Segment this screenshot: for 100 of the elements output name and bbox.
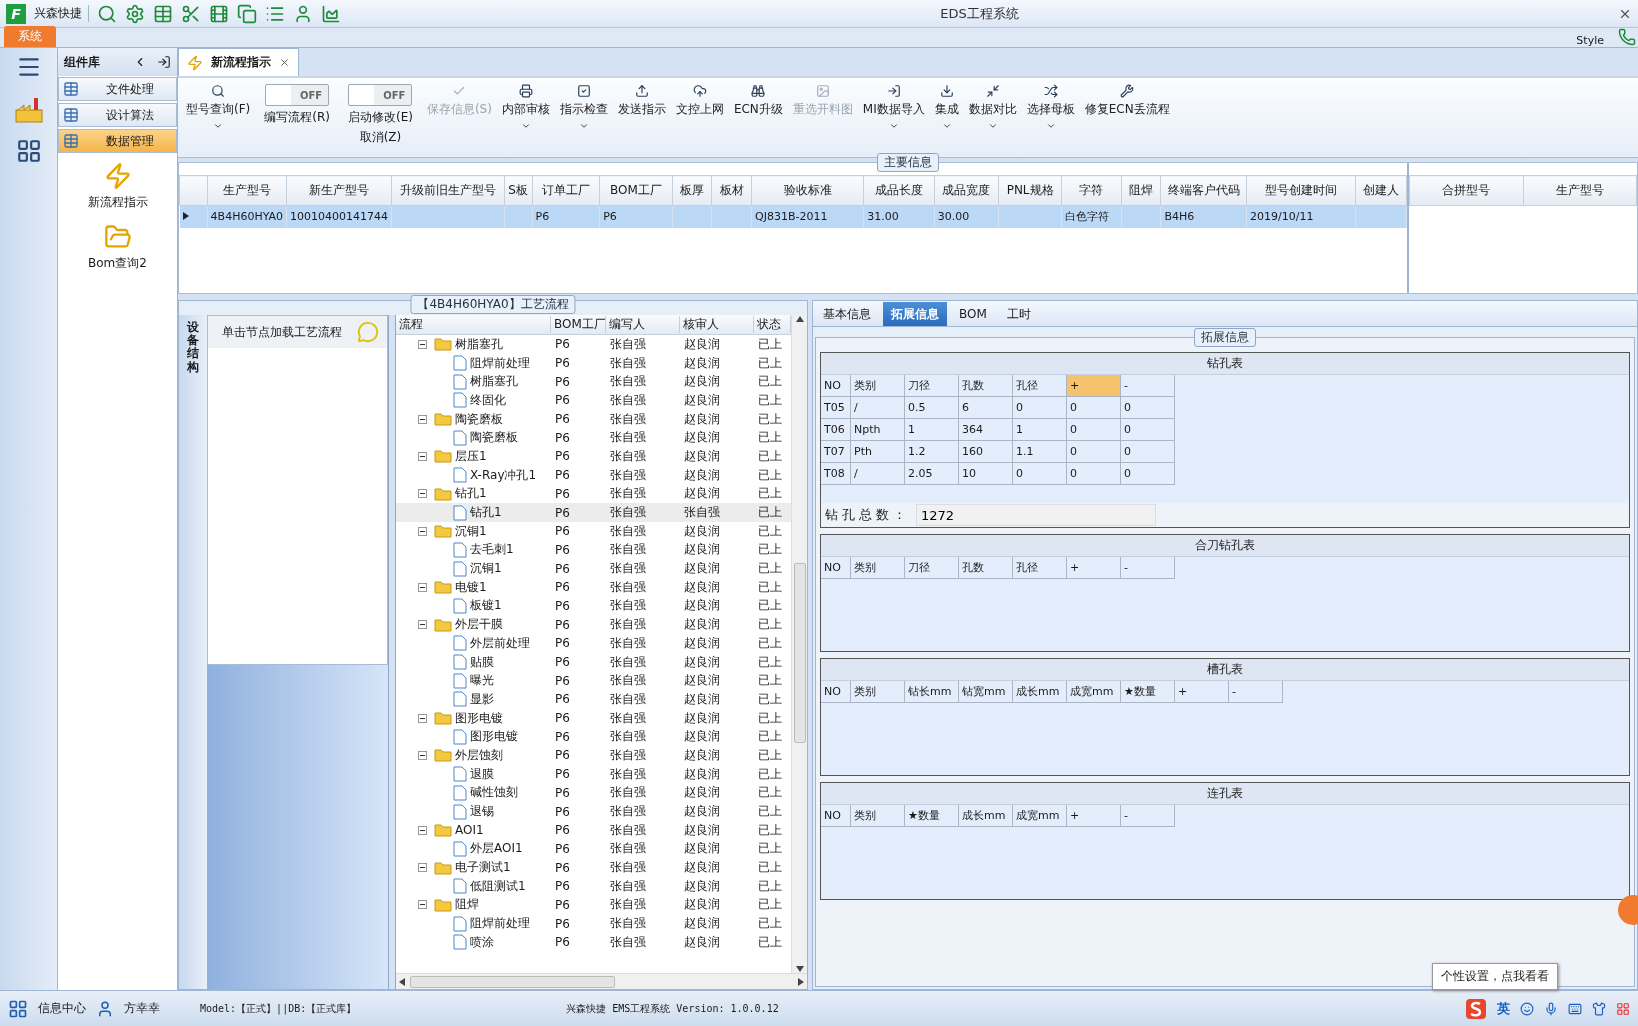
column-header[interactable]: 钻长mm [905, 681, 959, 703]
launcher-label[interactable]: Bom查询2 [88, 255, 147, 272]
component-item[interactable]: 数据管理 [58, 129, 177, 153]
column-header[interactable]: 成品长度 [863, 175, 935, 206]
toggle-switch[interactable]: OFF [348, 84, 413, 106]
column-header[interactable]: NO [821, 375, 851, 397]
arrow-left-icon[interactable] [398, 977, 406, 986]
column-header[interactable]: 成宽mm [1067, 681, 1121, 703]
tree-row[interactable]: 退膜 P6 张自强 赵良润 已上 [396, 764, 791, 784]
collapse-icon[interactable] [418, 526, 427, 536]
tree-row[interactable]: 层压1 P6 张自强 赵良润 已上 [396, 447, 791, 466]
column-header[interactable]: 刀径 [905, 375, 959, 397]
column-header[interactable]: 孔径 [1013, 557, 1067, 579]
column-header[interactable]: PNL规格 [998, 175, 1062, 206]
column-header[interactable]: 类别 [851, 681, 905, 703]
collapse-icon[interactable] [418, 582, 427, 592]
column-header[interactable]: 流程 [396, 316, 551, 333]
tree-row[interactable]: 陶瓷磨板 P6 张自强 赵良润 已上 [396, 409, 791, 429]
arrow-down-icon[interactable] [795, 965, 804, 973]
toolbar-button[interactable]: 集成 [930, 82, 963, 133]
component-item[interactable]: 文件处理 [58, 77, 177, 101]
collapse-icon[interactable] [418, 489, 427, 499]
column-header[interactable]: 板材 [711, 175, 752, 206]
tree-row[interactable]: 外层前处理 P6 张自强 赵良润 已上 [396, 634, 791, 653]
tree-row[interactable]: X-Ray冲孔1 P6 张自强 赵良润 已上 [396, 465, 791, 485]
column-header[interactable]: 阻焊 [1121, 175, 1161, 206]
table-row[interactable]: 4B4H60HYA0 10010400141744 P6 P6 QJ831B-2011 31.00 30.00 白色字符 B4H6 2019/10/11 [179, 205, 1407, 228]
column-header[interactable]: 成品宽度 [934, 175, 999, 206]
arrow-up-icon[interactable] [795, 315, 804, 323]
toolbar-button[interactable]: 数据对比 [964, 82, 1021, 133]
tree-row[interactable]: 钻孔1 P6 张自强 赵良润 已上 [396, 484, 791, 504]
collapse-icon[interactable] [418, 713, 427, 723]
tree-row[interactable]: 终固化 P6 张自强 赵良润 已上 [396, 391, 791, 410]
tree-row[interactable]: 阻焊前处理 P6 张自强 赵良润 已上 [396, 353, 791, 373]
column-header[interactable]: NO [821, 557, 851, 579]
column-header[interactable]: 孔数 [959, 375, 1013, 397]
tree-row[interactable]: 沉铜1 P6 张自强 赵良润 已上 [396, 559, 791, 578]
column-header[interactable]: + [1067, 375, 1121, 397]
close-icon[interactable] [279, 57, 290, 68]
toolbar-button[interactable]: MI数据导入 [858, 82, 929, 133]
toolbar-button[interactable]: ECN升级 [729, 82, 787, 120]
scroll-thumb[interactable] [793, 563, 806, 743]
grid-icon[interactable] [1616, 1001, 1630, 1016]
toolbar-button[interactable]: 指示检查 [555, 82, 612, 133]
tree-row[interactable]: 树脂塞孔 P6 张自强 赵良润 已上 [396, 372, 791, 392]
area-chart-icon[interactable] [321, 3, 341, 24]
collapse-icon[interactable] [418, 339, 427, 349]
column-header[interactable]: 成长mm [1013, 681, 1067, 703]
column-header[interactable]: NO [821, 805, 851, 827]
column-header[interactable]: 板厚 [672, 175, 712, 206]
collapse-icon[interactable] [418, 863, 427, 873]
collapse-icon[interactable] [418, 414, 427, 424]
column-header[interactable]: - [1121, 805, 1175, 827]
info-center-link[interactable]: 信息中心 [38, 1000, 86, 1017]
column-header[interactable]: 订单工厂 [532, 175, 600, 206]
copy-icon[interactable] [237, 3, 257, 24]
column-header[interactable]: 生产型号 [207, 175, 287, 206]
detail-tab[interactable]: 基本信息 [815, 302, 879, 326]
document-tab[interactable]: 新流程指示 [178, 48, 299, 76]
tree-row[interactable]: 树脂塞孔 P6 张自强 赵良润 已上 [396, 335, 791, 354]
tree-row[interactable]: 碱性蚀刻 P6 张自强 赵良润 已上 [396, 783, 791, 803]
keyboard-icon[interactable] [1568, 1001, 1582, 1016]
collapse-icon[interactable] [418, 620, 427, 630]
tree-row[interactable]: 钻孔1 P6 张自强 张自强 已上 [396, 503, 791, 522]
detail-tab[interactable]: 工时 [998, 302, 1039, 326]
column-header[interactable]: - [1121, 557, 1175, 579]
column-header[interactable]: BOM工厂 [551, 316, 606, 333]
detail-tab[interactable]: BOM [951, 302, 995, 326]
column-header[interactable]: 核审人 [680, 316, 754, 333]
vertical-scrollbar[interactable] [791, 315, 807, 973]
column-header[interactable]: 钻宽mm [959, 681, 1013, 703]
collapse-icon[interactable] [418, 451, 427, 461]
column-header[interactable]: + [1175, 681, 1229, 703]
toolbar-button[interactable]: 内部审核 [497, 82, 554, 133]
column-header[interactable]: 型号创建时间 [1246, 175, 1356, 206]
tree-row[interactable]: 电子测试1 P6 张自强 赵良润 已上 [396, 858, 791, 877]
column-header[interactable]: 类别 [851, 375, 905, 397]
collapse-icon[interactable] [418, 900, 427, 910]
tree-row[interactable]: 图形电镀 P6 张自强 赵良润 已上 [396, 708, 791, 728]
sign-in-icon[interactable] [157, 55, 171, 69]
tree-row[interactable]: 外层蚀刻 P6 张自强 赵良润 已上 [396, 746, 791, 765]
tree-row[interactable]: 去毛刺1 P6 张自强 赵良润 已上 [396, 540, 791, 560]
tree-row[interactable]: 曝光 P6 张自强 赵良润 已上 [396, 671, 791, 691]
toggle-switch[interactable]: OFF [265, 84, 330, 106]
toolbar-button[interactable]: 修复ECN丢流程 [1080, 82, 1174, 120]
detail-tab[interactable]: 拓展信息 [883, 302, 947, 326]
input-method-icon[interactable] [1465, 997, 1487, 1020]
launcher-label[interactable]: 新流程指示 [87, 194, 148, 211]
column-header[interactable]: 验收标准 [751, 175, 864, 206]
column-header[interactable]: ★数量 [1121, 681, 1175, 703]
microphone-icon[interactable] [1544, 1001, 1558, 1016]
arrow-right-icon[interactable] [797, 977, 805, 986]
tree-row[interactable]: 外层AOI1 P6 张自强 赵良润 已上 [396, 839, 791, 859]
column-header[interactable]: S板 [504, 175, 533, 206]
phone-icon[interactable] [1618, 28, 1636, 46]
tree-row[interactable]: 沉铜1 P6 张自强 赵良润 已上 [396, 521, 791, 541]
tree-row[interactable]: 阻焊前处理 P6 张自强 赵良润 已上 [396, 914, 791, 933]
total-field[interactable]: 1272 [916, 504, 1156, 526]
toolbar-button[interactable]: 型号查询(F) [182, 82, 255, 133]
toolbar-button[interactable]: 选择母板 [1022, 82, 1079, 133]
